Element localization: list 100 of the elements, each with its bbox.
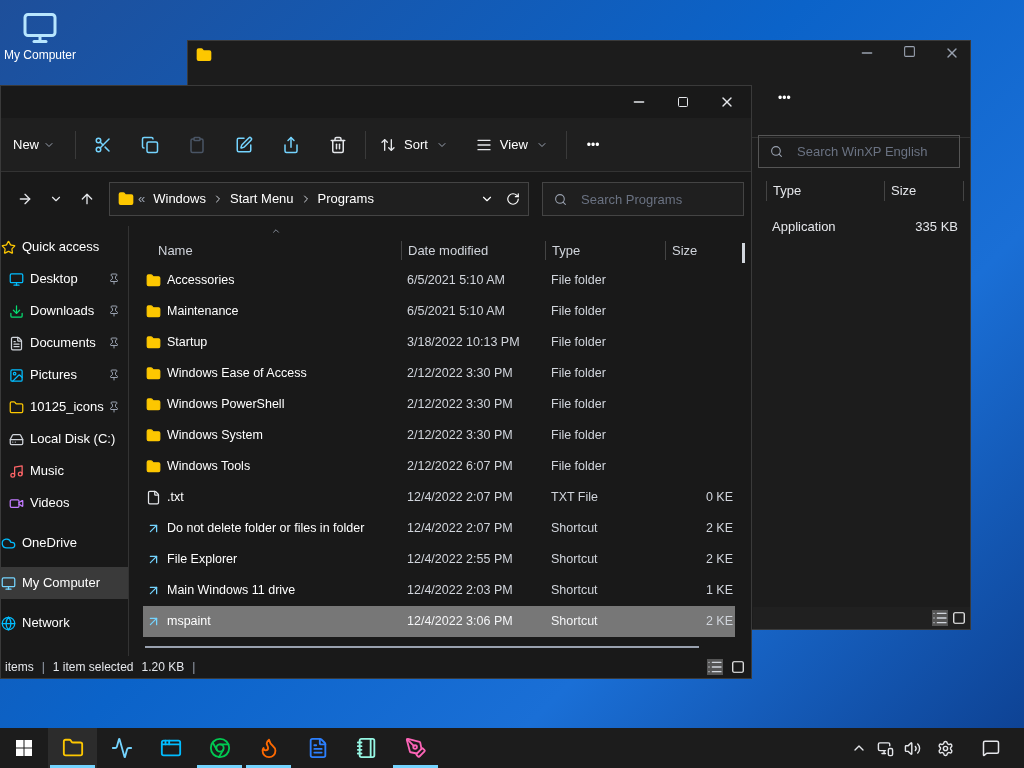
pin-icon[interactable]	[108, 305, 120, 317]
date-cell-text: 12/4/2022 2:07 PM	[406, 520, 514, 538]
file-row[interactable]: Maintenance 6/5/2021 5:10 AM File folder	[143, 296, 735, 327]
size-cell-text: 1 KE	[704, 582, 733, 600]
nav-item[interactable]: Documents	[1, 327, 128, 359]
column-header[interactable]: Size	[884, 181, 964, 201]
status-text: 1.20 KB	[141, 659, 185, 676]
forward-icon[interactable]	[17, 191, 33, 207]
nav-item[interactable]: Videos	[1, 487, 128, 519]
column-header[interactable]: Size	[665, 240, 735, 260]
date-cell-text: 3/18/2022 10:13 PM	[406, 334, 521, 352]
document-icon	[9, 335, 24, 351]
share-icon[interactable]	[282, 135, 300, 154]
file-name: Startup	[167, 334, 208, 352]
breadcrumb-item[interactable]: Windows	[153, 189, 206, 209]
details-view-icon[interactable]	[707, 659, 723, 675]
file-row[interactable]: Accessories 6/5/2021 5:10 AM File folder	[143, 265, 735, 296]
start-icon[interactable]	[16, 740, 32, 756]
date-cell-text: 12/4/2022 2:03 PM	[406, 582, 514, 600]
file-row[interactable]: mspaint 12/4/2022 3:06 PM Shortcut 2 KE	[143, 606, 735, 637]
view-button[interactable]: View	[475, 134, 548, 155]
file-row[interactable]: Main Windows 11 drive 12/4/2022 2:03 PM Shortcut 1 KE	[143, 575, 735, 606]
file-row[interactable]: Windows Ease of Access 2/12/2022 3:30 PM File folder	[143, 358, 735, 389]
date-cell-text: 6/5/2021 5:10 AM	[406, 303, 506, 321]
column-header[interactable]: Date modified	[401, 240, 545, 260]
type-cell-text: TXT File	[550, 489, 599, 507]
pin-icon[interactable]	[108, 369, 120, 381]
rename-icon[interactable]	[235, 135, 253, 154]
breadcrumb-item[interactable]: Programs	[317, 189, 374, 209]
up-icon[interactable]	[79, 191, 95, 207]
sort-button[interactable]: Sort	[380, 134, 448, 155]
copy-icon[interactable]	[141, 135, 159, 154]
pin-icon[interactable]	[108, 273, 120, 285]
file-row[interactable]: Startup 3/18/2022 10:13 PM File folder	[143, 327, 735, 358]
nav-item[interactable]: Downloads	[1, 295, 128, 327]
date-cell-text: 2/12/2022 3:30 PM	[406, 396, 514, 414]
breadcrumb-overflow[interactable]: «	[138, 189, 146, 209]
chart-icon	[110, 737, 133, 759]
nav-item[interactable]: OneDrive	[1, 527, 128, 559]
computer-icon[interactable]	[22, 10, 58, 46]
type-cell-text: Shortcut	[550, 520, 599, 538]
address-bar[interactable]: « Windows Start Menu Programs	[109, 182, 529, 216]
folder-icon	[146, 428, 161, 443]
file-row[interactable]: Windows PowerShell 2/12/2022 3:30 PM File folder	[143, 389, 735, 420]
folder-icon	[146, 273, 161, 288]
more-button[interactable]: •••	[586, 135, 600, 154]
column-header[interactable]: Type	[545, 240, 665, 260]
settings-icon[interactable]	[937, 739, 954, 757]
type-cell-text: Shortcut	[550, 613, 599, 631]
file-name: Windows PowerShell	[167, 396, 285, 414]
nav-item[interactable]: 10125_icons	[1, 391, 128, 423]
nav-item[interactable]: Music	[1, 455, 128, 487]
nav-item[interactable]: Desktop	[1, 263, 128, 295]
network-icon	[1, 615, 16, 631]
column-header[interactable]: Name	[143, 240, 401, 260]
table-cell-text: 335 KB	[915, 218, 958, 236]
type-cell-text: File folder	[550, 396, 607, 414]
delete-icon[interactable]	[329, 135, 347, 154]
tiles-view-icon[interactable]	[952, 611, 966, 625]
tiles-view-icon[interactable]	[731, 660, 745, 674]
pin-icon[interactable]	[108, 337, 120, 349]
date-cell-text: 6/5/2021 5:10 AM	[406, 272, 506, 290]
picture-icon	[9, 367, 24, 383]
nav-item[interactable]: Quick access	[1, 231, 128, 263]
date-cell-text: 2/12/2022 6:07 PM	[406, 458, 514, 476]
new-button[interactable]: New	[13, 134, 55, 155]
network-icon[interactable]	[877, 739, 894, 757]
file-row[interactable]: File Explorer 12/4/2022 2:55 PM Shortcut 2 KE	[143, 544, 735, 575]
file-name: Windows Ease of Access	[167, 365, 307, 383]
file-row[interactable]: Windows System 2/12/2022 3:30 PM File folder	[143, 420, 735, 451]
date-cell-text: 2/12/2022 3:30 PM	[406, 427, 514, 445]
file-row[interactable]: Windows Tools 2/12/2022 6:07 PM File folder	[143, 451, 735, 482]
search-field[interactable]: Search Programs	[542, 182, 744, 216]
sort-arrows-icon	[380, 136, 396, 153]
refresh-icon[interactable]	[506, 192, 520, 206]
type-cell-text: File folder	[550, 365, 607, 383]
volume-icon[interactable]	[904, 739, 921, 757]
folder-icon	[146, 366, 161, 381]
more-button[interactable]: •••	[778, 89, 791, 107]
nav-item[interactable]: My Computer	[1, 567, 128, 599]
taskbar-app[interactable]	[48, 728, 97, 768]
pin-icon[interactable]	[108, 401, 120, 413]
file-name: Do not delete folder or files in folder	[167, 520, 365, 538]
file-name: Maintenance	[167, 303, 239, 321]
file-row[interactable]: .txt 12/4/2022 2:07 PM TXT File 0 KE	[143, 482, 735, 513]
search-field[interactable]: Search WinXP English	[758, 135, 960, 168]
notification-icon[interactable]	[982, 739, 1000, 757]
cut-icon[interactable]	[94, 135, 112, 154]
size-cell-text: 2 KE	[704, 520, 733, 538]
breadcrumb-item[interactable]: Start Menu	[230, 189, 294, 209]
maximize-icon[interactable]	[903, 45, 916, 58]
column-header[interactable]: Type	[766, 181, 884, 201]
nav-item[interactable]: Network	[1, 607, 128, 639]
file-name: Accessories	[167, 272, 235, 290]
details-view-icon[interactable]	[932, 610, 948, 626]
nav-item[interactable]: Local Disk (C:)	[1, 423, 128, 455]
type-cell-text: File folder	[550, 427, 607, 445]
nav-item[interactable]: Pictures	[1, 359, 128, 391]
file-row[interactable]: Do not delete folder or files in folder 12/4/2022 2:07 PM Shortcut 2 KE	[143, 513, 735, 544]
desktop-icon-label[interactable]: My Computer	[4, 46, 76, 64]
